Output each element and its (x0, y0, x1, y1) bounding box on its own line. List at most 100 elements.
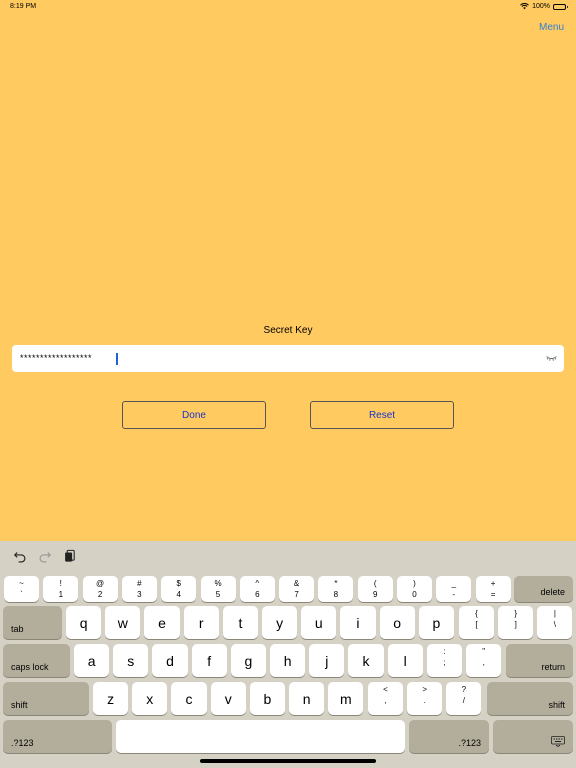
key-shift-label: ( (373, 579, 377, 588)
key-label: ; (443, 658, 446, 667)
battery-icon (553, 3, 568, 10)
key-shift-label: " (482, 647, 486, 656)
space-bar[interactable] (116, 720, 405, 753)
key-c[interactable]: c (171, 682, 207, 715)
key-label: q (79, 615, 88, 631)
key-7[interactable]: & 7 (279, 576, 315, 602)
key-2[interactable]: @2 (82, 576, 118, 602)
redo-icon[interactable] (38, 549, 52, 563)
key-;[interactable]: :; (427, 644, 462, 677)
paste-icon[interactable] (63, 549, 77, 563)
key-`[interactable]: ~ ` (4, 576, 39, 602)
key-label: b (263, 691, 272, 707)
key-f[interactable]: f (191, 644, 227, 677)
key-label: 0 (412, 590, 417, 599)
key-6[interactable]: ^ 6 (239, 576, 275, 602)
key-shift-label: % (214, 579, 222, 588)
key-label: 1 (58, 590, 64, 599)
key-shift-label: ? (461, 685, 467, 694)
key-shift-label: } (514, 609, 518, 618)
key-4[interactable]: $4 (161, 576, 197, 602)
key-x[interactable]: x (132, 682, 168, 715)
key-s[interactable]: s (113, 644, 149, 677)
key-3[interactable]: #3 (121, 576, 157, 602)
key-label: . (423, 696, 426, 705)
key-i[interactable]: i (340, 606, 376, 639)
key-l[interactable]: l (387, 644, 423, 677)
key-label: 9 (372, 590, 378, 599)
key-shift-label: > (422, 685, 428, 694)
hide-password-icon[interactable] (545, 351, 558, 364)
key-=[interactable]: + = (475, 576, 511, 602)
key-label: x (146, 691, 154, 707)
menu-button[interactable]: Menu (539, 22, 564, 33)
key-label: , (384, 696, 387, 705)
key-[[interactable]: {[ (459, 606, 494, 639)
key-label: .?123 (11, 738, 34, 748)
status-right: 100% (520, 3, 568, 10)
key-5[interactable]: % 5 (200, 576, 236, 602)
key--[interactable]: _ - (436, 576, 472, 602)
key-label: c (185, 691, 193, 707)
key-r[interactable]: r (183, 606, 219, 639)
numbers-key-right[interactable]: .?123 (409, 720, 489, 753)
key-w[interactable]: w (105, 606, 141, 639)
secret-key-field[interactable]: ****************** (12, 345, 564, 372)
key-label: d (166, 653, 174, 669)
key-label: a (87, 653, 96, 669)
key-,[interactable]: <, (368, 682, 403, 715)
key-label: n (302, 691, 311, 707)
reset-button[interactable]: Reset (310, 401, 454, 429)
key-label: v (224, 691, 232, 707)
battery-percent: 100% (532, 3, 550, 10)
key-label: r (198, 615, 204, 631)
key-o[interactable]: o (379, 606, 415, 639)
key-u[interactable]: u (301, 606, 337, 639)
key-shift-label: { (475, 609, 478, 618)
key-y[interactable]: y (262, 606, 298, 639)
key-t[interactable]: t (222, 606, 258, 639)
key-m[interactable]: m (328, 682, 364, 715)
key-label: u (314, 615, 323, 631)
key-label: 5 (215, 590, 221, 599)
key-d[interactable]: d (152, 644, 188, 677)
key-1[interactable]: ! 1 (43, 576, 79, 602)
tab-key[interactable]: tab (3, 606, 62, 639)
key-label: p (432, 615, 441, 631)
key-a[interactable]: a (74, 644, 110, 677)
numbers-key-left[interactable]: .?123 (3, 720, 112, 753)
key-label: y (276, 615, 284, 631)
shift-key-right[interactable]: shift (487, 682, 573, 715)
key-v[interactable]: v (210, 682, 246, 715)
return-key[interactable]: return (506, 644, 573, 677)
key-0[interactable]: ) 0 (397, 576, 432, 602)
key-h[interactable]: h (270, 644, 306, 677)
key-.[interactable]: >. (407, 682, 443, 715)
key-j[interactable]: j (309, 644, 345, 677)
key-e[interactable]: e (144, 606, 180, 639)
dismiss-keyboard-key[interactable] (493, 720, 573, 753)
key-n[interactable]: n (289, 682, 325, 715)
key-9[interactable]: (9 (357, 576, 393, 602)
caps-lock-key[interactable]: caps lock (3, 644, 70, 677)
undo-icon[interactable] (13, 549, 27, 563)
key-][interactable]: }] (498, 606, 534, 639)
key-label: , (482, 658, 485, 667)
key-g[interactable]: g (230, 644, 266, 677)
key-k[interactable]: k (348, 644, 384, 677)
done-button[interactable]: Done (122, 401, 266, 429)
key-p[interactable]: p (418, 606, 454, 639)
key-8[interactable]: * 8 (318, 576, 354, 602)
delete-key[interactable]: delete (514, 576, 573, 602)
key-b[interactable]: b (249, 682, 285, 715)
key-\[interactable]: | \ (537, 606, 573, 639)
key-label: 7 (294, 590, 299, 599)
key-z[interactable]: z (93, 682, 129, 715)
key-/[interactable]: ? / (446, 682, 482, 715)
secret-key-label: Secret Key (263, 325, 313, 336)
key-q[interactable]: q (66, 606, 102, 639)
shift-key-left[interactable]: shift (3, 682, 89, 715)
key-,[interactable]: ", (466, 644, 502, 677)
key-label: / (462, 696, 465, 705)
status-bar: 8:19 PM 100% (0, 0, 576, 14)
